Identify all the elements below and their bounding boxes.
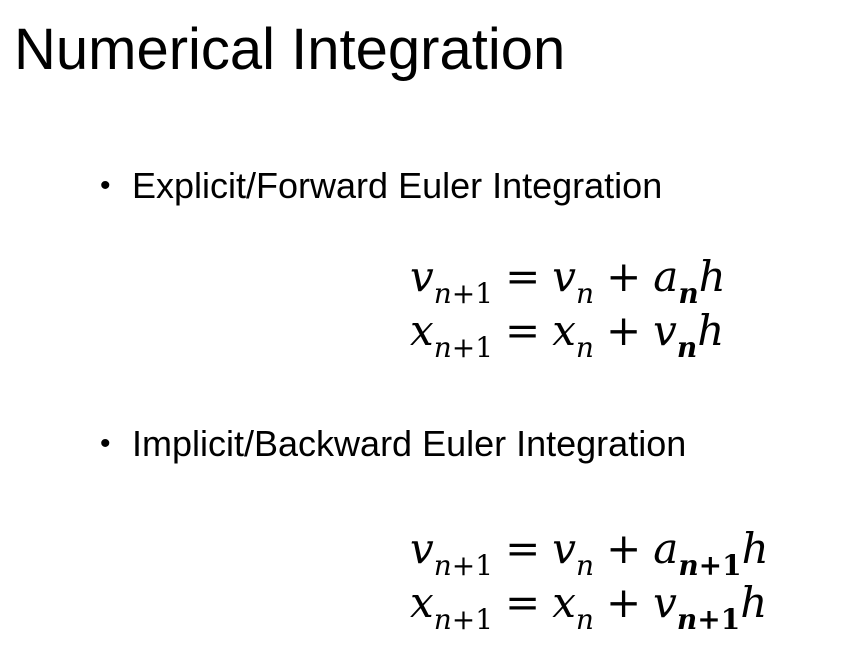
eq-lhs-sub: n+1 (433, 549, 494, 582)
eq-lhs-sub: n+1 (433, 603, 494, 636)
eq-lhs-var: v (410, 252, 434, 301)
eq-term3-var: h (740, 578, 768, 627)
eq-term2-var: v (653, 578, 677, 627)
eq-term2-var: v (653, 306, 677, 355)
slide-title: Numerical Integration (14, 17, 566, 82)
eq-plus: + (605, 306, 642, 355)
equation-implicit-position: xn+1 = xn + vn+1h (410, 582, 767, 634)
eq-term2-sub: n (678, 277, 699, 310)
eq-term1-var: v (552, 252, 577, 301)
eq-equals: = (505, 524, 541, 573)
eq-plus: + (606, 524, 642, 573)
eq-lhs-var: x (410, 306, 434, 355)
eq-term1-var: v (552, 524, 577, 573)
equation-explicit-velocity: vn+1 = vn + anh (410, 256, 726, 308)
eq-term2-sub: n+1 (678, 549, 742, 582)
eq-lhs-sub: n+1 (433, 277, 494, 310)
eq-term1-var: x (552, 578, 576, 627)
eq-term1-sub: n (576, 549, 595, 582)
eq-term3-var: h (697, 306, 725, 355)
eq-lhs-sub: n+1 (433, 331, 494, 364)
eq-lhs-var: x (410, 578, 434, 627)
eq-term1-var: x (552, 306, 576, 355)
eq-term3-var: h (741, 524, 769, 573)
bullet-dot-icon: • (100, 169, 111, 202)
eq-term2-sub: n+1 (676, 603, 741, 636)
eq-term2-sub: n (676, 331, 698, 364)
eq-plus: + (605, 578, 642, 627)
bullet-dot-icon: • (100, 427, 111, 460)
eq-lhs-var: v (410, 524, 434, 573)
eq-plus: + (606, 252, 642, 301)
bullet-implicit-euler: • Implicit/Backward Euler Integration (100, 426, 686, 462)
equation-explicit-position: xn+1 = xn + vnh (410, 310, 724, 362)
eq-equals: = (505, 578, 541, 627)
eq-equals: = (505, 252, 541, 301)
eq-term1-sub: n (575, 331, 594, 364)
eq-term2-var: a (653, 252, 679, 301)
eq-term2-var: a (653, 524, 679, 573)
eq-term1-sub: n (576, 277, 595, 310)
eq-equals: = (505, 306, 541, 355)
eq-term1-sub: n (575, 603, 594, 636)
equation-implicit-velocity: vn+1 = vn + an+1h (410, 528, 769, 580)
bullet-explicit-euler: • Explicit/Forward Euler Integration (100, 168, 662, 204)
eq-term3-var: h (698, 252, 726, 301)
bullet-label: Implicit/Backward Euler Integration (132, 423, 687, 464)
bullet-label: Explicit/Forward Euler Integration (132, 165, 663, 206)
